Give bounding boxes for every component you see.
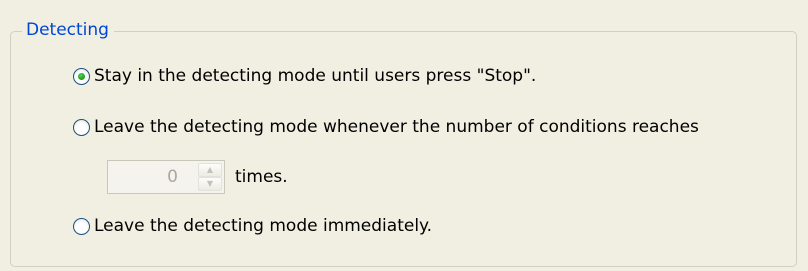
detecting-settings-panel: Detecting Stay in the detecting mode unt… — [0, 0, 808, 271]
radio-option-leave-on-count[interactable]: Leave the detecting mode whenever the nu… — [73, 114, 699, 140]
radio-button[interactable] — [73, 217, 90, 235]
condition-count-row: 0 ▲ ▼ times. — [107, 160, 288, 194]
radio-selected-dot — [78, 72, 85, 80]
radio-button-selected[interactable] — [73, 67, 90, 85]
radio-option-leave-immediately[interactable]: Leave the detecting mode immediately. — [73, 213, 432, 239]
times-label: times. — [235, 167, 288, 187]
chevron-down-icon[interactable]: ▼ — [198, 177, 222, 191]
radio-label: Leave the detecting mode whenever the nu… — [94, 117, 699, 137]
spinner-value[interactable]: 0 — [167, 161, 178, 193]
radio-button[interactable] — [73, 118, 90, 136]
chevron-up-icon[interactable]: ▲ — [198, 163, 222, 177]
spinner-buttons: ▲ ▼ — [198, 163, 222, 191]
radio-label: Leave the detecting mode immediately. — [94, 216, 433, 236]
groupbox-title: Detecting — [22, 18, 114, 42]
radio-option-stay-until-stop[interactable]: Stay in the detecting mode until users p… — [73, 63, 536, 89]
condition-count-spinner[interactable]: 0 ▲ ▼ — [107, 160, 225, 194]
radio-label: Stay in the detecting mode until users p… — [94, 66, 537, 86]
